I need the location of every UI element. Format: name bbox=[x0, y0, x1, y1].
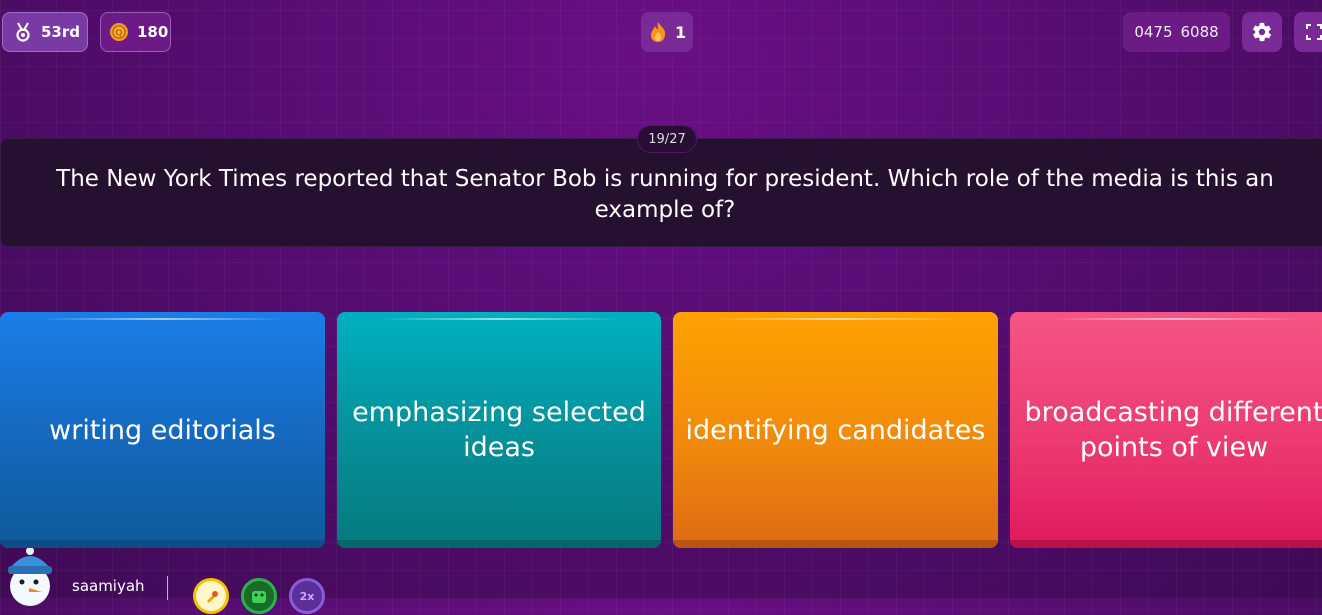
settings-button[interactable] bbox=[1242, 12, 1282, 52]
streak-count: 1 bbox=[675, 22, 687, 42]
option-highlight bbox=[40, 318, 285, 320]
flame-icon bbox=[649, 21, 667, 43]
option-highlight bbox=[377, 318, 621, 320]
option-base bbox=[337, 540, 661, 548]
answer-option-1[interactable]: writing editorials bbox=[0, 312, 325, 548]
answer-option-1-label: writing editorials bbox=[49, 414, 276, 446]
medal-icon bbox=[13, 22, 33, 42]
coins-badge: Q 180 bbox=[100, 12, 171, 52]
username: saamiyah bbox=[72, 577, 145, 595]
coin-icon: Q bbox=[109, 22, 129, 42]
option-highlight bbox=[713, 318, 958, 320]
2x-multiplier-icon[interactable]: 2x bbox=[289, 578, 325, 614]
multiplier-label: 2x bbox=[299, 589, 315, 603]
game-code-part2: 6088 bbox=[1180, 23, 1219, 41]
svg-text:Q: Q bbox=[115, 29, 123, 39]
answer-option-2[interactable]: emphasizing selected ideas bbox=[337, 312, 661, 548]
player-bar: saamiyah 2x bbox=[0, 547, 1322, 614]
fullscreen-icon bbox=[1306, 24, 1322, 40]
answer-option-4[interactable]: broadcasting different points of view bbox=[1010, 312, 1322, 548]
divider bbox=[167, 576, 168, 600]
question-panel: The New York Times reported that Senator… bbox=[0, 138, 1322, 247]
answer-option-4-label: broadcasting different points of view bbox=[1024, 397, 1322, 463]
option-base bbox=[1010, 540, 1322, 548]
option-base bbox=[0, 540, 325, 548]
game-code: 0475 6088 bbox=[1123, 12, 1230, 52]
option-highlight bbox=[1050, 318, 1300, 320]
rank-text: 53rd bbox=[41, 23, 81, 41]
rocket-powerup-icon[interactable] bbox=[193, 578, 229, 614]
rank-badge: 53rd bbox=[2, 12, 88, 52]
gear-icon bbox=[1251, 21, 1273, 43]
option-base bbox=[673, 540, 998, 548]
monster-powerup-icon[interactable] bbox=[241, 578, 277, 614]
avatar bbox=[2, 547, 60, 606]
answer-option-2-label: emphasizing selected ideas bbox=[352, 397, 646, 463]
question-counter: 19/27 bbox=[637, 125, 697, 153]
question-text: The New York Times reported that Senator… bbox=[56, 165, 1274, 223]
streak-badge: 1 bbox=[641, 12, 693, 52]
game-code-part1: 0475 bbox=[1134, 23, 1173, 41]
answer-option-3-label: identifying candidates bbox=[685, 414, 986, 446]
fullscreen-button[interactable] bbox=[1294, 12, 1322, 52]
answer-option-3[interactable]: identifying candidates bbox=[673, 312, 998, 548]
coins-count: 180 bbox=[137, 23, 169, 41]
